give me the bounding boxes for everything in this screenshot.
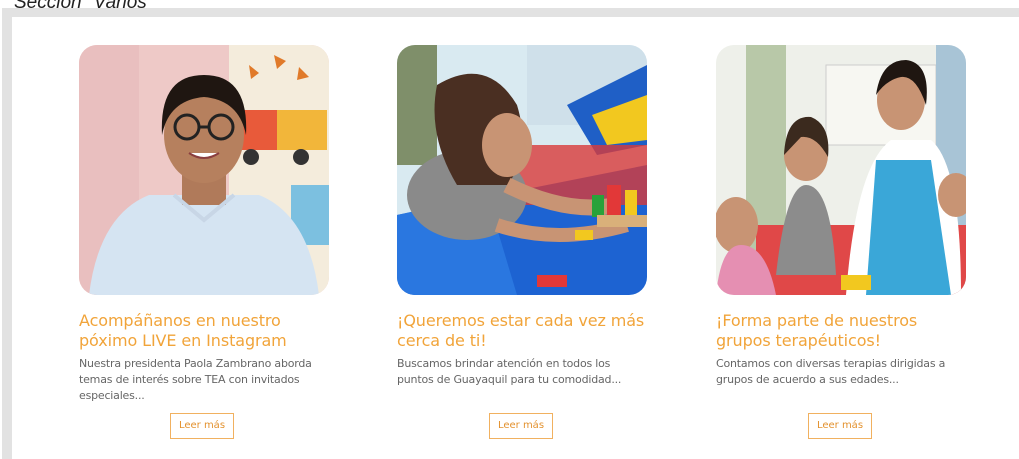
therapy-group-photo [716,45,966,295]
card-title: ¡Forma parte de nuestros grupos terapéut… [716,311,918,350]
card-image-2[interactable] [397,45,647,295]
card-image-1[interactable] [79,45,329,295]
card-title: ¡Queremos estar cada vez más cerca de ti… [397,311,645,350]
woman-with-glasses-photo [79,45,329,295]
read-more-button-2[interactable]: Leer más [489,413,553,439]
read-more-button-1[interactable]: Leer más [170,413,234,439]
card-image-3[interactable] [716,45,966,295]
girl-playing-blocks-photo [397,45,647,295]
card-description: Contamos con diversas terapias dirigidas… [716,357,946,386]
card-cerca-de-ti: ¡Queremos estar cada vez más cerca de ti… [397,45,649,388]
card-description: Nuestra presidenta Paola Zambrano aborda… [79,357,312,402]
cards-panel: Acompáñanos en nuestro póximo LIVE en In… [12,17,1019,459]
card-live-instagram: Acompáñanos en nuestro póximo LIVE en In… [79,45,331,404]
read-more-button-3[interactable]: Leer más [808,413,872,439]
card-title: Acompáñanos en nuestro póximo LIVE en In… [79,311,287,350]
card-grupos-terapeuticos: ¡Forma parte de nuestros grupos terapéut… [716,45,968,388]
card-description: Buscamos brindar atención en todos los p… [397,357,622,386]
